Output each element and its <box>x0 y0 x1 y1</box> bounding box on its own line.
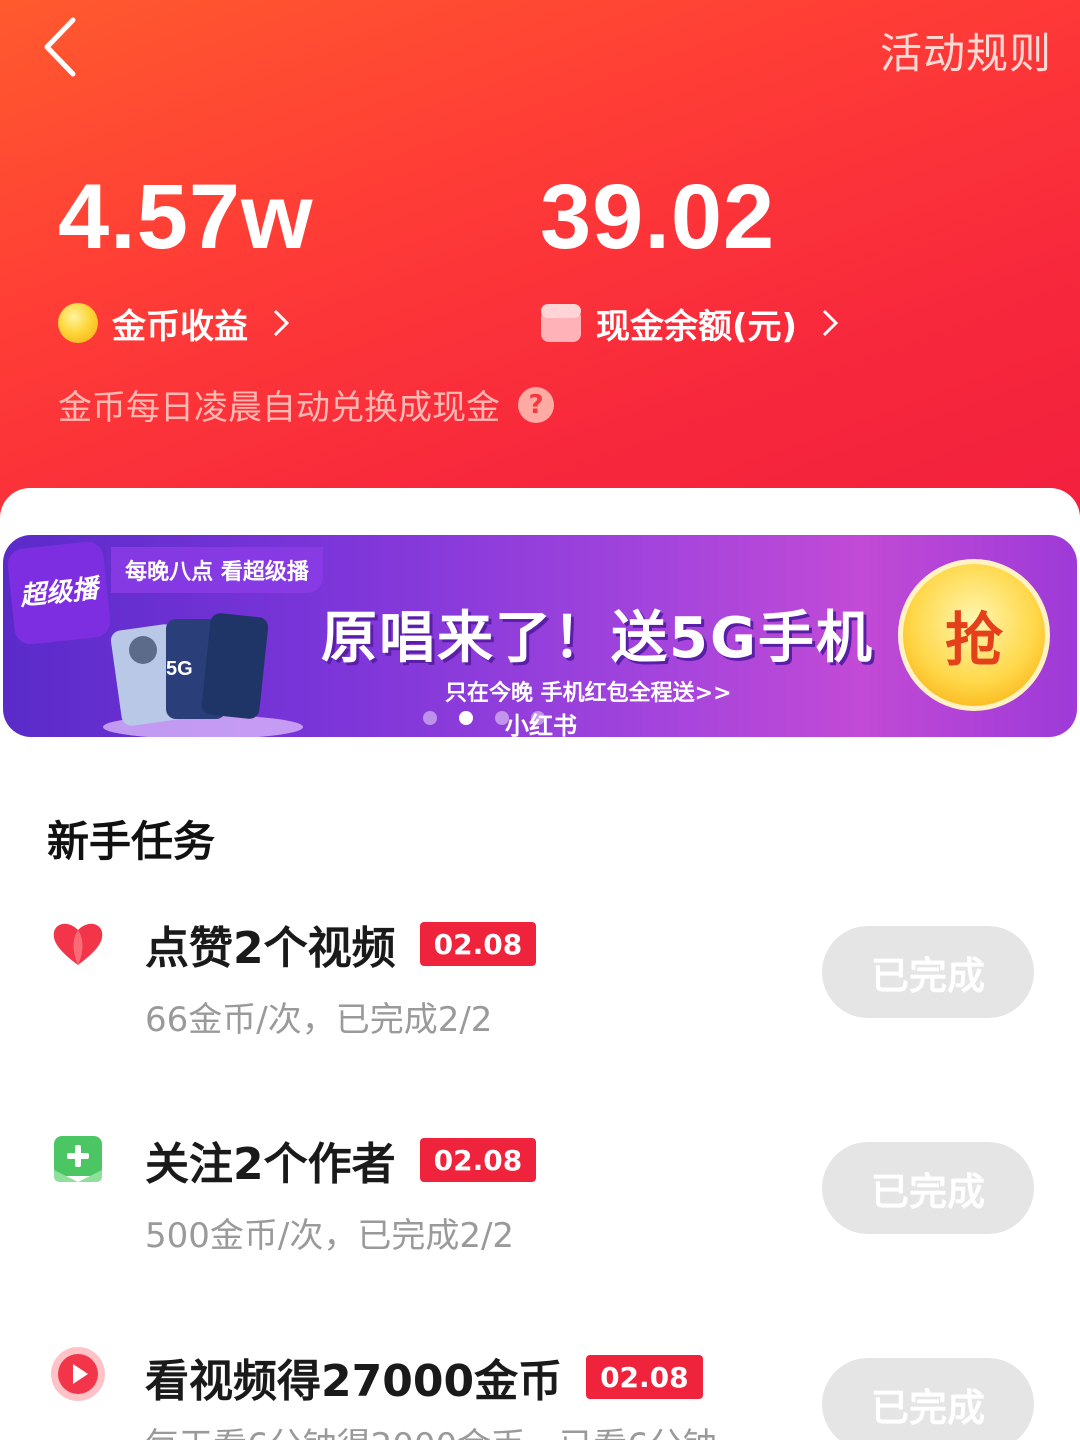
task-title: 看视频得27000金币 <box>145 1356 563 1407</box>
task-completed-button[interactable]: 已完成 <box>822 926 1034 1018</box>
banner-title: 原唱来了！送5G手机 <box>321 606 874 671</box>
activity-rules-link[interactable]: 活动规则 <box>880 20 1052 81</box>
chevron-right-icon <box>823 309 839 337</box>
watermark: 小红书 <box>505 712 577 740</box>
cash-label: 现金余额(元) <box>596 306 798 347</box>
coins-value: 4.57w <box>58 166 314 268</box>
task-title: 关注2个作者 <box>145 1139 396 1190</box>
coins-earnings-link[interactable]: 金币收益 <box>58 298 290 348</box>
coins-label: 金币收益 <box>112 306 248 347</box>
heart-icon <box>53 923 103 965</box>
cash-balance-link[interactable]: 现金余额(元) <box>540 298 839 348</box>
task-title-row: 看视频得27000金币 02.08 <box>145 1345 703 1409</box>
task-completed-button[interactable]: 已完成 <box>822 1358 1034 1440</box>
earnings-header: 活动规则 4.57w 39.02 金币收益 现金余额(元) 金币每日凌晨自动兑换… <box>0 0 1080 540</box>
cash-balance-value: 39.02 <box>540 166 776 268</box>
date-badge: 02.08 <box>419 1138 537 1182</box>
task-title: 点赞2个视频 <box>145 923 396 974</box>
date-badge: 02.08 <box>586 1355 703 1399</box>
exchange-hint-text: 金币每日凌晨自动兑换成现金 <box>58 388 500 428</box>
task-title-row: 点赞2个视频 02.08 <box>145 912 537 976</box>
task-description: 500金币/次，已完成2/2 <box>145 1216 515 1256</box>
wallet-icon <box>541 304 581 342</box>
task-completed-button[interactable]: 已完成 <box>822 1142 1034 1234</box>
coin-icon <box>58 303 98 343</box>
banner-subtitle: 只在今晚 手机红包全程送>> <box>445 681 732 706</box>
task-description: 66金币/次，已完成2/2 <box>145 1000 493 1040</box>
phones-illustration-icon: 5G <box>103 613 303 737</box>
follow-icon <box>54 1136 102 1182</box>
grab-button[interactable]: 抢 <box>898 559 1050 711</box>
banner-tag: 每晚八点 看超级播 <box>111 547 323 593</box>
chevron-right-icon <box>273 309 290 337</box>
date-badge: 02.08 <box>419 922 537 966</box>
exchange-hint: 金币每日凌晨自动兑换成现金 ? <box>58 380 554 429</box>
carousel-dot[interactable] <box>423 711 437 725</box>
task-title-row: 关注2个作者 02.08 <box>145 1128 537 1192</box>
svg-text:5G: 5G <box>166 658 193 680</box>
carousel-dot-active[interactable] <box>459 711 473 725</box>
task-description: 每天看6分钟得2000金币，已看6分钟 <box>145 1418 717 1440</box>
back-button[interactable] <box>30 12 90 82</box>
back-arrow-icon <box>44 17 76 77</box>
section-title: 新手任务 <box>47 817 216 866</box>
play-icon <box>51 1347 105 1401</box>
help-icon[interactable]: ? <box>518 386 554 423</box>
